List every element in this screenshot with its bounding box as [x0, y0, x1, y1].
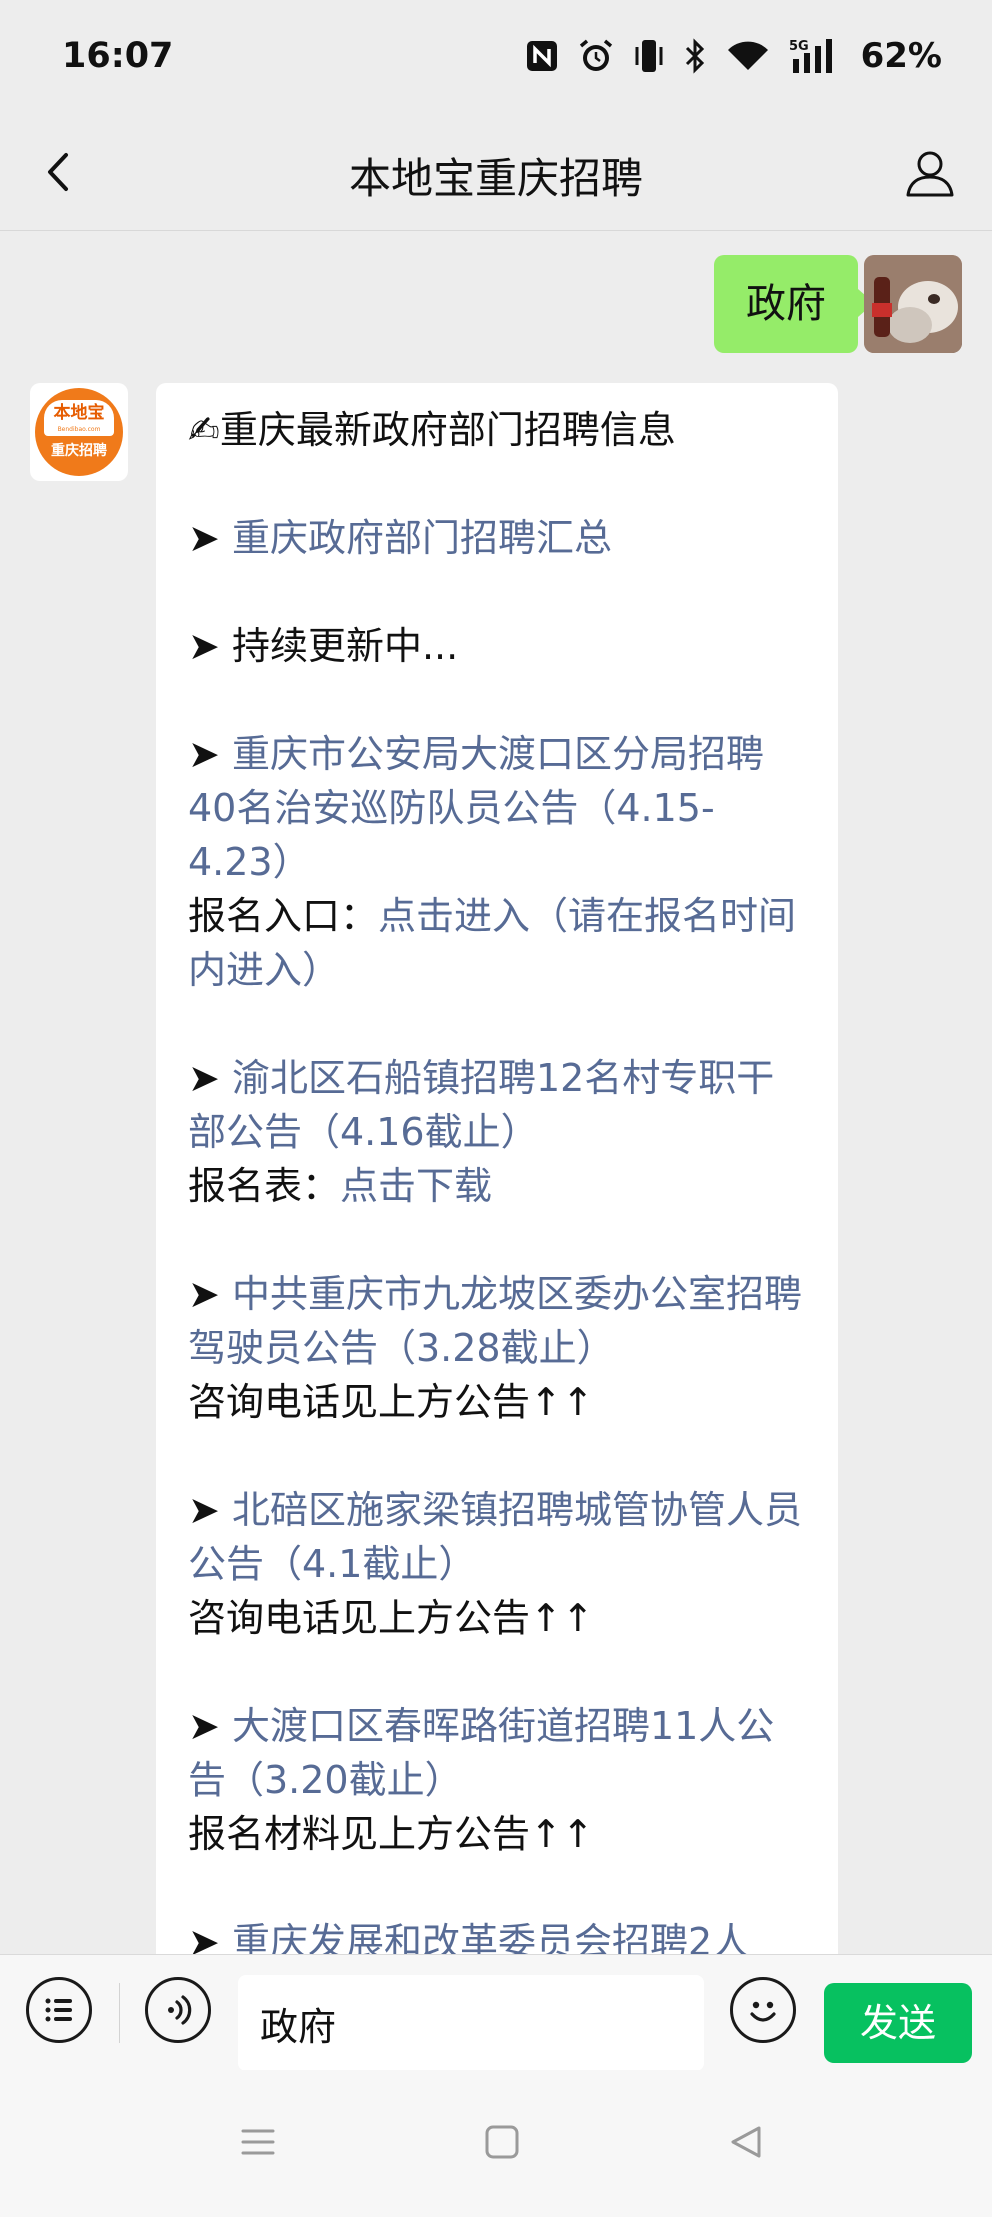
job-link[interactable]: 重庆市公安局大渡口区分局招聘40名治安巡防队员公告（4.15-4.23） [188, 732, 764, 884]
arrow-icon: ➤ [188, 1488, 220, 1532]
arrow-icon: ➤ [188, 1272, 220, 1316]
job-link[interactable]: 渝北区石船镇招聘12名村专职干部公告（4.16截止） [188, 1056, 774, 1154]
job-link[interactable]: 重庆发展和改革委员会招聘2人 [232, 1920, 750, 1954]
emoji-icon[interactable] [730, 1977, 796, 2043]
list-item: ➤ 持续更新中... [188, 619, 808, 673]
extra-note: 报名材料见上方公告↑↑ [188, 1812, 594, 1856]
svg-text:5G: 5G [789, 39, 809, 54]
input-divider [119, 1983, 120, 2043]
input-bar: 发送 [0, 1954, 992, 2071]
user-avatar[interactable] [864, 255, 962, 353]
list-item: ➤ 北碚区施家梁镇招聘城管协管人员公告（4.1截止） 咨询电话见上方公告↑↑ [188, 1483, 808, 1645]
menu-list-icon[interactable] [26, 1977, 92, 2043]
nfc-icon [526, 41, 557, 71]
vibrate-icon [635, 40, 663, 72]
system-navigation-bar [0, 2070, 992, 2217]
status-bar: 16:07 5G 62% [0, 0, 992, 115]
arrow-icon: ➤ [188, 1920, 220, 1954]
bot-message-bubble: ✍重庆最新政府部门招聘信息 ➤ 重庆政府部门招聘汇总 ➤ 持续更新中... ➤ … [156, 383, 838, 1954]
arrow-icon: ➤ [188, 624, 220, 668]
extra-note: 咨询电话见上方公告↑↑ [188, 1380, 594, 1424]
extra-label: 报名表： [188, 1164, 341, 1208]
extra-note: 咨询电话见上方公告↑↑ [188, 1596, 594, 1640]
list-item: ➤ 重庆市公安局大渡口区分局招聘40名治安巡防队员公告（4.15-4.23） 报… [188, 727, 808, 997]
arrow-icon: ➤ [188, 732, 220, 776]
list-item: ➤ 重庆发展和改革委员会招聘2人 [188, 1915, 808, 1954]
logo-bottom-text: 重庆招聘 [51, 443, 107, 459]
user-message-bubble[interactable]: 政府 [714, 255, 874, 353]
home-icon[interactable] [482, 2122, 522, 2162]
message-input[interactable] [238, 1975, 704, 2071]
chat-area[interactable]: 政府 本地宝 Bendibao.com 重庆招聘 ✍重庆最新政府部门招聘信息 ➤… [0, 231, 992, 1954]
alarm-icon [579, 39, 612, 71]
status-time: 16:07 [62, 36, 174, 76]
battery-level: 62% [860, 36, 942, 76]
list-item: ➤ 渝北区石船镇招聘12名村专职干部公告（4.16截止） 报名表：点击下载 [188, 1051, 808, 1213]
message-heading: ✍重庆最新政府部门招聘信息 [188, 408, 676, 452]
logo-sub-text: Bendibao.com [57, 426, 101, 433]
bluetooth-icon [685, 38, 704, 74]
arrow-icon: ➤ [188, 1056, 220, 1100]
update-note: 持续更新中... [231, 624, 459, 668]
status-icons: 5G 62% [525, 34, 942, 78]
arrow-icon: ➤ [188, 1704, 220, 1748]
bendibao-logo: 本地宝 Bendibao.com 重庆招聘 [35, 388, 123, 476]
menu-list-glyph [45, 1998, 72, 2022]
page-title: 本地宝重庆招聘 [348, 154, 643, 203]
5g-signal-icon: 5G [789, 39, 832, 73]
list-item: ➤ 重庆政府部门招聘汇总 [188, 511, 808, 565]
recents-icon[interactable] [238, 2122, 278, 2162]
job-link[interactable]: 重庆政府部门招聘汇总 [232, 516, 612, 560]
list-item: ➤ 大渡口区春晖路街道招聘11人公告（3.20截止） 报名材料见上方公告↑↑ [188, 1699, 808, 1861]
bot-avatar[interactable]: 本地宝 Bendibao.com 重庆招聘 [30, 383, 128, 481]
send-button[interactable]: 发送 [824, 1983, 972, 2063]
emoji-glyph [750, 2001, 776, 2022]
job-link[interactable]: 大渡口区春晖路街道招聘11人公告（3.20截止） [188, 1704, 774, 1802]
person-icon[interactable] [902, 145, 958, 201]
arrow-icon: ➤ [188, 516, 220, 560]
download-link[interactable]: 点击下载 [340, 1164, 492, 1208]
chat-header: 本地宝重庆招聘 [0, 115, 992, 231]
wifi-icon [727, 41, 768, 70]
list-item: ➤ 中共重庆市九龙坡区委办公室招聘驾驶员公告（3.28截止） 咨询电话见上方公告… [188, 1267, 808, 1429]
back-triangle-icon[interactable] [726, 2122, 766, 2162]
job-link[interactable]: 北碚区施家梁镇招聘城管协管人员公告（4.1截止） [188, 1488, 802, 1586]
voice-glyph [168, 1995, 192, 2025]
extra-label: 报名入口： [188, 894, 379, 938]
user-avatar-photo [864, 255, 962, 353]
job-link[interactable]: 中共重庆市九龙坡区委办公室招聘驾驶员公告（3.28截止） [188, 1272, 802, 1370]
voice-icon[interactable] [145, 1977, 211, 2043]
